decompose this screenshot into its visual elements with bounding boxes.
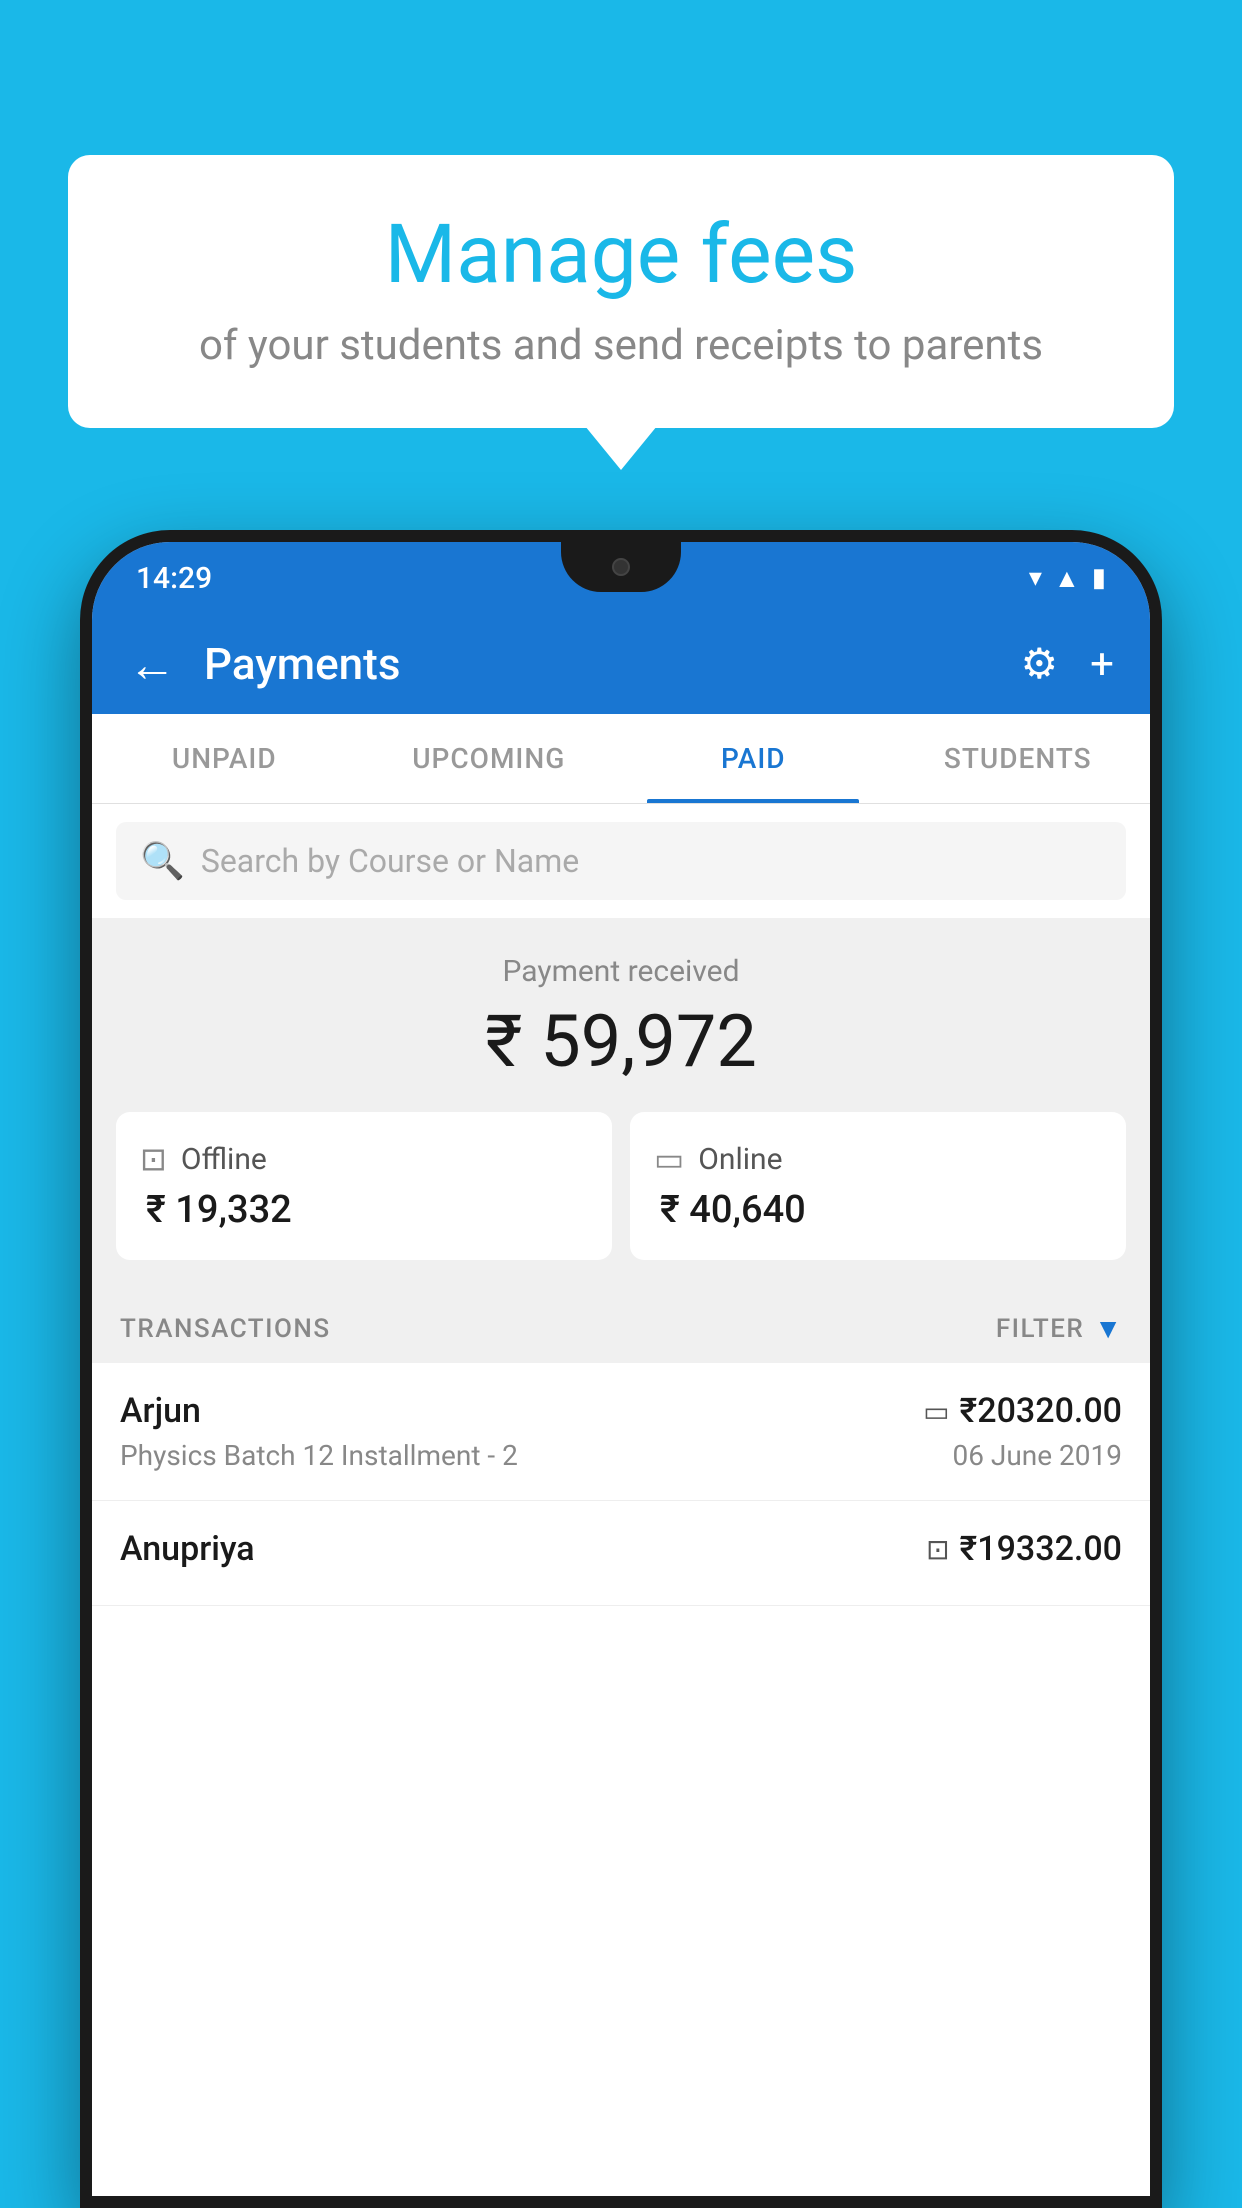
back-button[interactable]: ← [128, 636, 176, 693]
search-container: 🔍 Search by Course or Name [92, 804, 1150, 918]
tx-course: Physics Batch 12 Installment - 2 [120, 1439, 518, 1472]
tx-left: Arjun Physics Batch 12 Installment - 2 [120, 1391, 518, 1472]
tx-date: 06 June 2019 [952, 1439, 1122, 1472]
search-placeholder-text: Search by Course or Name [201, 842, 579, 880]
payment-received-label: Payment received [92, 954, 1150, 989]
tab-students[interactable]: STUDENTS [886, 714, 1151, 803]
tab-unpaid[interactable]: UNPAID [92, 714, 357, 803]
filter-icon: ▼ [1094, 1312, 1122, 1345]
tooltip-subtitle: of your students and send receipts to pa… [128, 321, 1114, 370]
wifi-icon: ▾ [1029, 563, 1042, 593]
tx-online-icon: ▭ [923, 1395, 949, 1428]
status-time: 14:29 [136, 561, 212, 596]
status-icons: ▾ ▲ ▮ [1029, 563, 1106, 594]
tx-offline-icon: ⊡ [926, 1533, 949, 1566]
tx-name: Anupriya [120, 1529, 255, 1569]
tabs-row: UNPAID UPCOMING PAID STUDENTS [92, 714, 1150, 804]
transaction-row[interactable]: Anupriya ⊡ ₹19332.00 [92, 1501, 1150, 1606]
payment-summary: Payment received ₹ 59,972 ⊡ Offline ₹ 19… [92, 918, 1150, 1284]
online-label: Online [698, 1142, 782, 1177]
tooltip-card: Manage fees of your students and send re… [68, 155, 1174, 428]
camera-dot [612, 558, 630, 576]
online-amount: ₹ 40,640 [654, 1188, 806, 1232]
offline-card-header: ⊡ Offline [140, 1140, 267, 1178]
search-box[interactable]: 🔍 Search by Course or Name [116, 822, 1126, 900]
tx-left: Anupriya [120, 1529, 255, 1577]
notch [561, 542, 681, 592]
tx-amount-row: ⊡ ₹19332.00 [926, 1529, 1122, 1569]
tx-name: Arjun [120, 1391, 518, 1431]
online-card-header: ▭ Online [654, 1140, 783, 1178]
app-bar: ← Payments ⚙ + [92, 614, 1150, 714]
online-card: ▭ Online ₹ 40,640 [630, 1112, 1126, 1260]
transactions-label: TRANSACTIONS [120, 1314, 331, 1344]
page-title: Payments [204, 638, 1021, 690]
status-bar: 14:29 ▾ ▲ ▮ [92, 542, 1150, 614]
payment-cards: ⊡ Offline ₹ 19,332 ▭ Online ₹ 40,640 [92, 1112, 1150, 1260]
offline-amount: ₹ 19,332 [140, 1188, 292, 1232]
filter-button[interactable]: FILTER ▼ [996, 1312, 1122, 1345]
offline-label: Offline [181, 1142, 267, 1177]
offline-icon: ⊡ [140, 1140, 167, 1178]
tab-upcoming[interactable]: UPCOMING [357, 714, 622, 803]
signal-icon: ▲ [1054, 563, 1080, 594]
tx-amount-row: ▭ ₹20320.00 [923, 1391, 1122, 1431]
online-icon: ▭ [654, 1140, 684, 1178]
tx-amount: ₹20320.00 [960, 1391, 1122, 1431]
app-bar-actions: ⚙ + [1021, 639, 1115, 689]
settings-icon[interactable]: ⚙ [1021, 639, 1059, 689]
tab-paid[interactable]: PAID [621, 714, 886, 803]
payment-total-amount: ₹ 59,972 [92, 999, 1150, 1084]
offline-card: ⊡ Offline ₹ 19,332 [116, 1112, 612, 1260]
phone-screen: 14:29 ▾ ▲ ▮ ← Payments ⚙ + UNPAID [92, 542, 1150, 2196]
tx-right: ▭ ₹20320.00 06 June 2019 [923, 1391, 1122, 1472]
transactions-header: TRANSACTIONS FILTER ▼ [92, 1284, 1150, 1363]
transactions-list: Arjun Physics Batch 12 Installment - 2 ▭… [92, 1363, 1150, 2196]
battery-icon: ▮ [1092, 563, 1106, 593]
search-icon: 🔍 [140, 840, 185, 882]
tx-right: ⊡ ₹19332.00 [926, 1529, 1122, 1577]
transaction-row[interactable]: Arjun Physics Batch 12 Installment - 2 ▭… [92, 1363, 1150, 1501]
tooltip-title: Manage fees [128, 207, 1114, 303]
tx-amount: ₹19332.00 [960, 1529, 1122, 1569]
filter-label: FILTER [996, 1314, 1084, 1344]
add-icon[interactable]: + [1090, 640, 1114, 689]
phone-frame: 14:29 ▾ ▲ ▮ ← Payments ⚙ + UNPAID [80, 530, 1162, 2208]
